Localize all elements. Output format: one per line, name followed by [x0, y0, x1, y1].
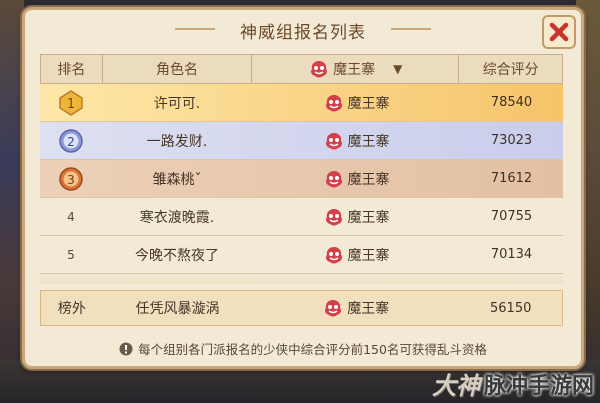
- header-role-name: 角色名: [103, 55, 253, 83]
- table-row[interactable]: 5 今晚不熬夜了 魔王寨 70134: [40, 236, 563, 274]
- table-row[interactable]: 1 许可可. 魔王寨 78540: [40, 84, 563, 122]
- eligibility-notice: 每个组别各门派报名的少侠中综合评分前150名可获得乱斗资格: [25, 339, 581, 358]
- clan-name: 魔王寨: [347, 133, 390, 150]
- watermark-logo: 大神: [431, 372, 480, 400]
- gold-rank-badge-icon: 1: [59, 89, 83, 116]
- score-value: 70755: [490, 209, 533, 224]
- rank-number: 5: [67, 247, 75, 262]
- role-name: 今晚不熬夜了: [135, 247, 219, 264]
- self-rank-row: 榜外 任凭风暴漩涡 魔王寨 56150: [40, 290, 563, 326]
- clan-name: 魔王寨: [347, 247, 390, 264]
- header-clan-label: 魔王寨: [333, 62, 376, 78]
- clan-name: 魔王寨: [347, 301, 390, 317]
- demon-clan-icon: [325, 170, 342, 187]
- role-name: 一路发财.: [146, 133, 208, 150]
- svg-text:1: 1: [67, 97, 75, 112]
- score-value: 70134: [490, 247, 533, 262]
- list-scroll-fade: [40, 274, 563, 284]
- svg-text:2: 2: [67, 135, 75, 149]
- role-name: 许可可.: [153, 95, 201, 112]
- dialog-title-bar: 神威组报名列表: [25, 10, 581, 49]
- watermark-text: 脉冲手游网: [483, 373, 594, 399]
- table-row[interactable]: 2 一路发财. 魔王寨 73023: [40, 122, 563, 160]
- clan-name: 魔王寨: [347, 95, 390, 112]
- score-value: 71612: [490, 171, 533, 186]
- site-watermark: 大神 脉冲手游网: [432, 366, 594, 401]
- close-icon: [549, 22, 569, 42]
- demon-clan-icon: [325, 94, 342, 111]
- self-rank: 榜外: [57, 301, 86, 317]
- self-score: 56150: [490, 300, 532, 316]
- close-button[interactable]: [542, 15, 576, 49]
- score-value: 78540: [490, 95, 533, 110]
- table-header: 排名 角色名 魔王寨 ▼ 综合评分: [40, 54, 563, 84]
- notice-text: 每个组别各门派报名的少侠中综合评分前150名可获得乱斗资格: [138, 342, 487, 357]
- chevron-down-icon: ▼: [393, 62, 403, 76]
- ranking-table: 排名 角色名 魔王寨 ▼ 综合评分 1 许可可. 魔王寨 78540 2 一路发…: [40, 54, 563, 326]
- score-value: 73023: [490, 133, 533, 148]
- demon-clan-icon: [325, 208, 342, 225]
- demon-clan-icon: [325, 132, 342, 149]
- clan-filter-dropdown[interactable]: 魔王寨 ▼: [252, 55, 460, 83]
- demon-clan-icon: [325, 300, 342, 317]
- role-name: 雏森桃ˇ: [152, 171, 202, 188]
- demon-clan-icon: [311, 61, 328, 78]
- table-row[interactable]: 3 雏森桃ˇ 魔王寨 71612: [40, 160, 563, 198]
- role-name: 寒衣渡晚霞.: [139, 209, 215, 226]
- rank-number: 4: [67, 209, 75, 224]
- background-left: [0, 0, 24, 403]
- table-row[interactable]: 4 寒衣渡晚霞. 魔王寨 70755: [40, 198, 563, 236]
- header-score: 综合评分: [482, 62, 539, 78]
- header-rank: 排名: [41, 55, 103, 83]
- svg-text:3: 3: [67, 173, 75, 187]
- self-role-name: 任凭风暴漩涡: [135, 301, 220, 317]
- silver-rank-badge-icon: 2: [59, 128, 83, 153]
- clan-name: 魔王寨: [347, 171, 390, 188]
- demon-clan-icon: [325, 246, 342, 263]
- clan-name: 魔王寨: [347, 209, 390, 226]
- registration-list-dialog: 神威组报名列表 排名 角色名 魔王寨 ▼ 综合评分 1 许可可. 魔王寨 785…: [22, 7, 584, 369]
- dialog-title: 神威组报名列表: [240, 23, 366, 43]
- info-exclamation-icon: [119, 342, 133, 355]
- bronze-rank-badge-icon: 3: [59, 166, 83, 191]
